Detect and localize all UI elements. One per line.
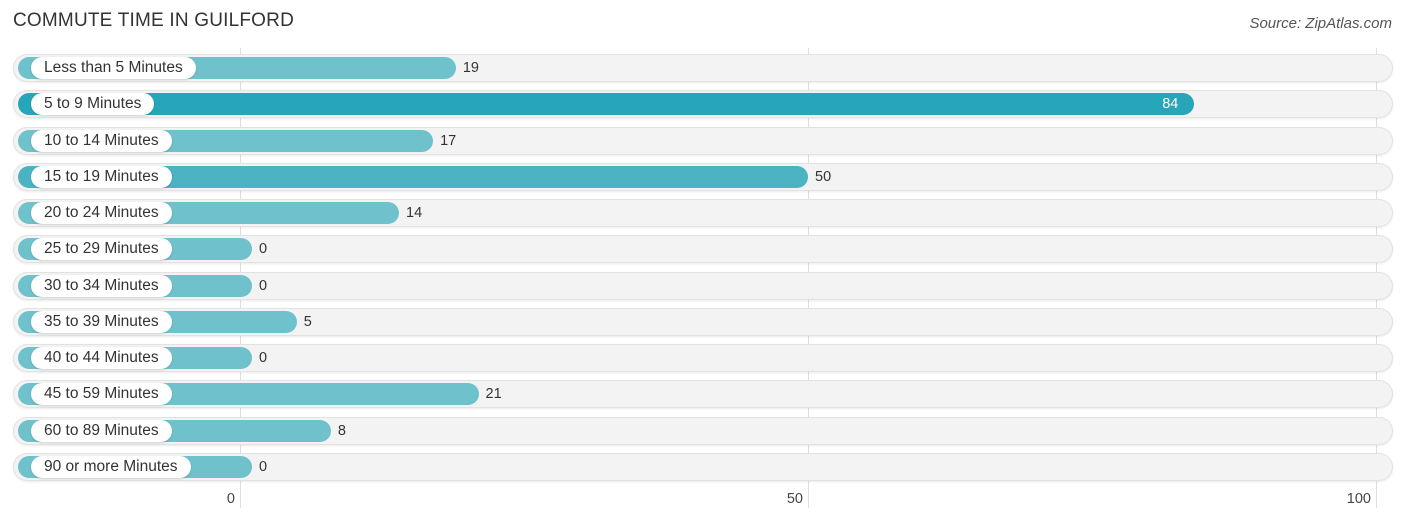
source-label: Source: ZipAtlas.com: [1249, 15, 1392, 32]
category-label: Less than 5 Minutes: [31, 57, 196, 79]
x-tick-label: 50: [786, 491, 803, 507]
value-label: 50: [815, 168, 832, 185]
category-label: 10 to 14 Minutes: [31, 129, 172, 152]
x-tick-label: 0: [226, 491, 235, 507]
value-label: 21: [485, 386, 502, 403]
value-label: 84: [1162, 96, 1179, 113]
category-label: 35 to 39 Minutes: [31, 310, 172, 333]
category-label: 5 to 9 Minutes: [31, 93, 155, 116]
bar: [18, 93, 1195, 116]
x-tick-label: 100: [1346, 491, 1371, 507]
chart-title: COMMUTE TIME IN GUILFORD: [13, 10, 295, 31]
value-label: 0: [259, 458, 268, 475]
category-label: 15 to 19 Minutes: [31, 165, 172, 188]
category-label: 40 to 44 Minutes: [31, 347, 172, 369]
value-label: 0: [259, 241, 268, 258]
value-label: 17: [440, 132, 457, 149]
value-label: 8: [337, 422, 346, 439]
category-label: 90 or more Minutes: [31, 455, 191, 478]
category-label: 20 to 24 Minutes: [31, 202, 172, 224]
category-label: 60 to 89 Minutes: [31, 419, 172, 442]
value-label: 5: [303, 313, 312, 330]
category-label: 30 to 34 Minutes: [31, 274, 172, 297]
value-label: 14: [406, 205, 423, 221]
value-label: 0: [259, 350, 268, 366]
value-label: 19: [462, 60, 479, 76]
category-label: 45 to 59 Minutes: [31, 383, 172, 406]
value-label: 0: [259, 277, 268, 294]
category-label: 25 to 29 Minutes: [31, 238, 172, 261]
